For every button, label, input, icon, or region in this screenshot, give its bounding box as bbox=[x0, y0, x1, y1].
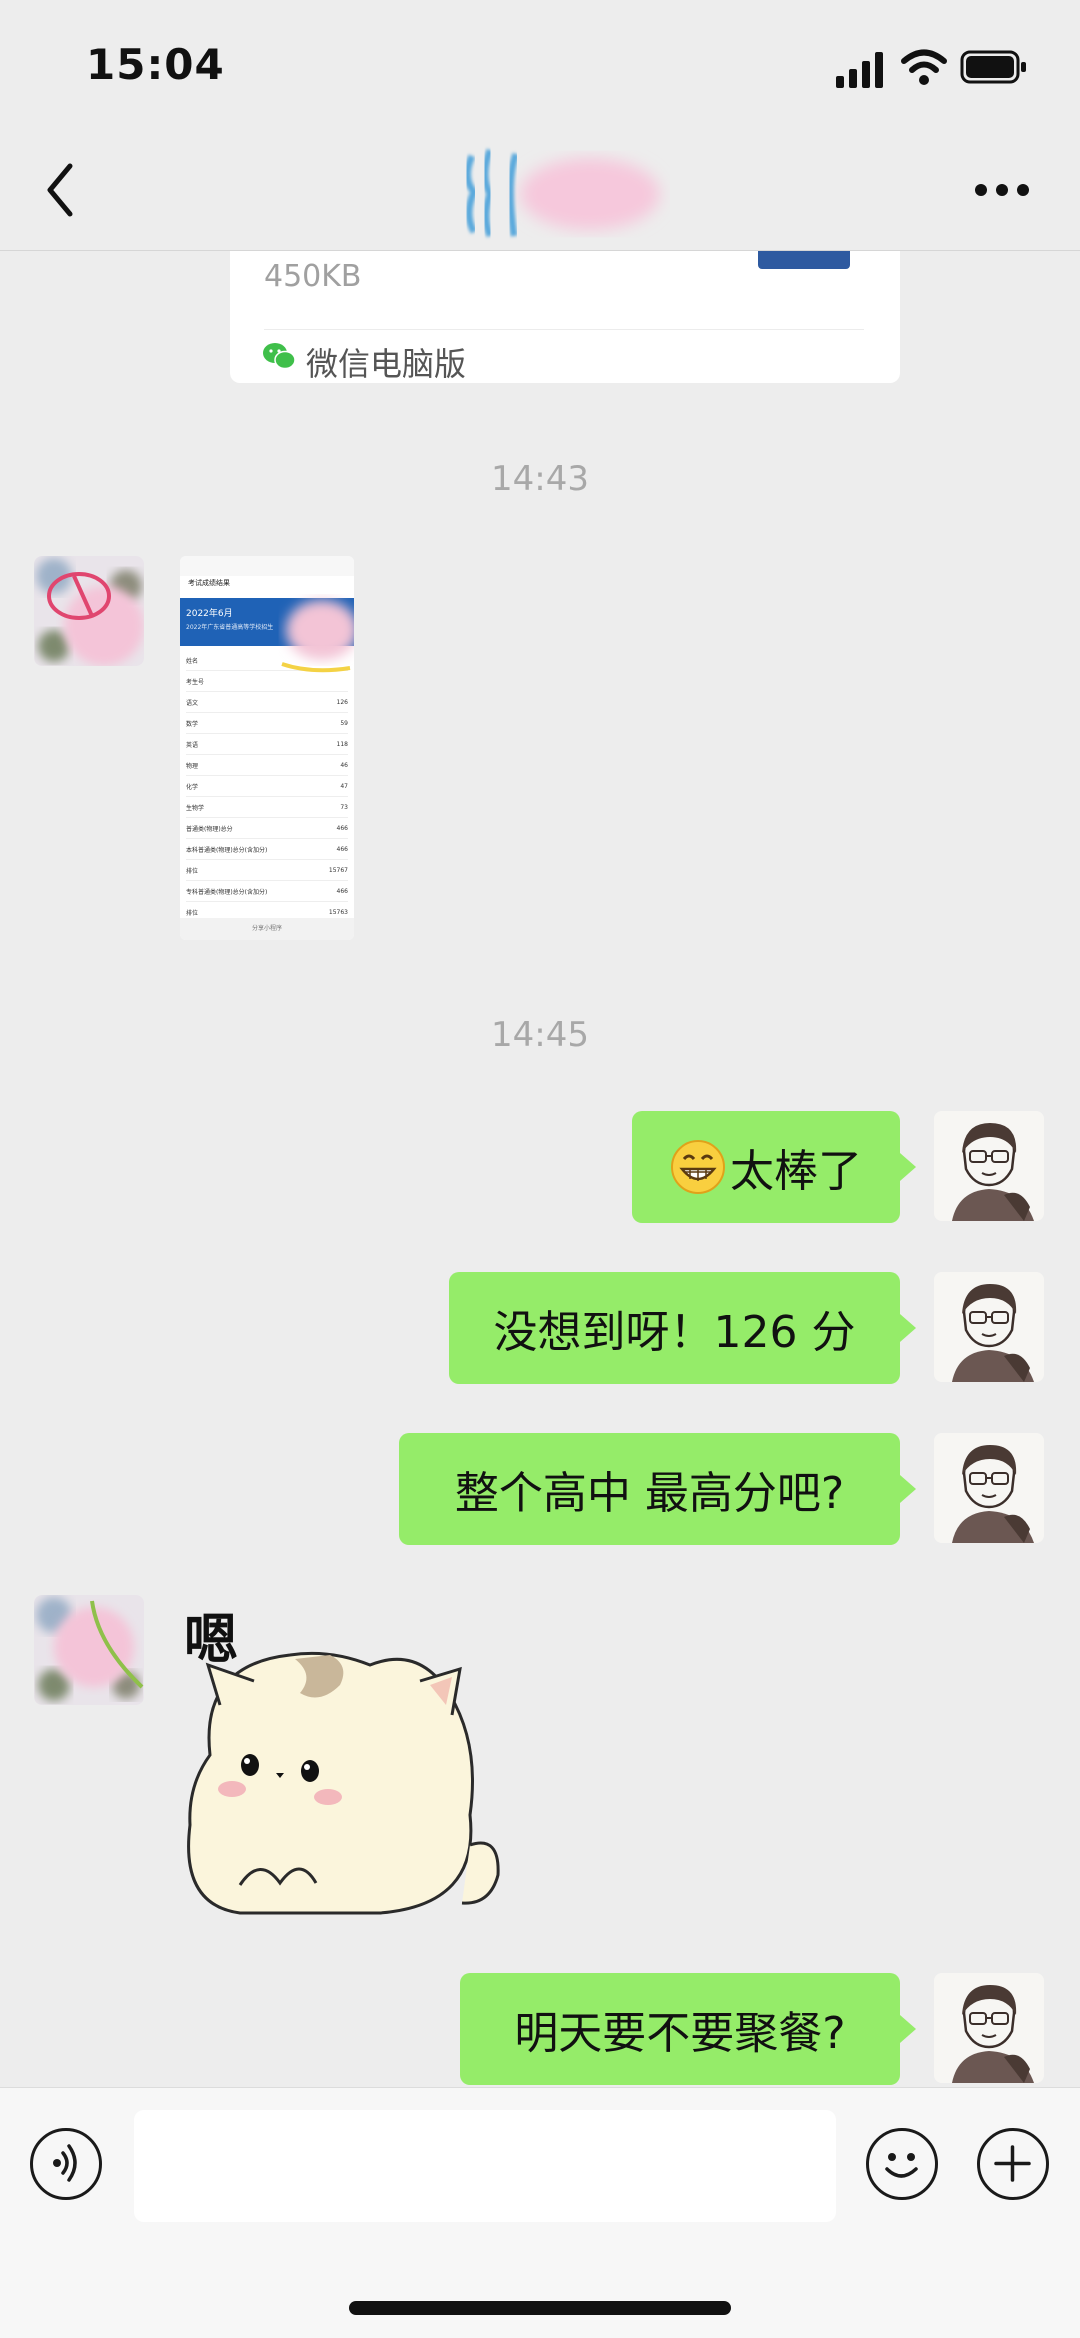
voice-icon[interactable] bbox=[30, 2128, 102, 2200]
status-time: 15:04 bbox=[86, 40, 225, 89]
thumb-row-label: 化学 bbox=[186, 783, 199, 791]
thumb-row: 普通类(物理)总分 466 bbox=[186, 818, 348, 839]
thumb-row: 英语 118 bbox=[186, 734, 348, 755]
thumb-banner-title: 2022年6月 bbox=[186, 609, 233, 619]
thumb-row-value: 46 bbox=[340, 761, 348, 769]
file-icon-partial bbox=[758, 251, 850, 269]
message-text: 没想到呀！126 分 bbox=[493, 1307, 856, 1358]
blur-overlay bbox=[281, 600, 354, 673]
avatar-blurred-image bbox=[34, 1595, 144, 1705]
thumb-statusbar bbox=[180, 556, 354, 576]
thumb-row-value: 15767 bbox=[328, 866, 348, 874]
thumb-row-label: 数学 bbox=[186, 720, 199, 728]
thumb-row-value: 126 bbox=[336, 698, 348, 706]
avatar-contact[interactable] bbox=[34, 556, 144, 666]
thumb-row-label: 专科普通类(物理)总分(含加分) bbox=[186, 888, 268, 896]
battery-icon bbox=[960, 50, 1026, 84]
chat-area[interactable]: 450KB 微信电脑版 14:43 考试成绩结果 2022年6月 2022年广东… bbox=[0, 251, 1080, 2087]
thumb-row-label: 本科普通类(物理)总分(含加分) bbox=[186, 846, 268, 854]
avatar-sketch-image bbox=[934, 1111, 1044, 1221]
message-text: 太棒了 bbox=[730, 1146, 862, 1197]
chat-title-blurred bbox=[464, 148, 660, 238]
chevron-left-icon[interactable] bbox=[40, 160, 80, 220]
message-bubble-sent[interactable]: 明天要不要聚餐? bbox=[460, 1973, 900, 2085]
avatar-sketch-image bbox=[934, 1433, 1044, 1543]
thumb-row: 物理 46 bbox=[186, 755, 348, 776]
thumb-row-label: 排位 bbox=[186, 909, 199, 917]
thumb-row-label: 物理 bbox=[186, 762, 199, 770]
signal-icon bbox=[836, 52, 883, 88]
avatar-sketch-image bbox=[934, 1973, 1044, 2083]
thumb-row-value: 59 bbox=[340, 719, 348, 727]
avatar-contact[interactable] bbox=[34, 1595, 144, 1705]
thumb-banner-sub: 2022年广东省普通高等学校招生 bbox=[186, 624, 274, 631]
thumb-row-label: 语文 bbox=[186, 699, 199, 707]
thumb-row-value: 118 bbox=[336, 740, 348, 748]
message-bubble-sent[interactable]: 没想到呀！126 分 bbox=[449, 1272, 900, 1384]
avatar-self[interactable] bbox=[934, 1433, 1044, 1543]
avatar-self[interactable] bbox=[934, 1272, 1044, 1382]
bubble-tail bbox=[900, 1153, 916, 1181]
file-source-label: 微信电脑版 bbox=[306, 345, 467, 383]
thumb-row-label: 普通类(物理)总分 bbox=[186, 825, 233, 833]
thumb-row: 数学 59 bbox=[186, 713, 348, 734]
message-input[interactable] bbox=[134, 2110, 836, 2222]
message-bubble-sent[interactable]: 整个高中 最高分吧? bbox=[399, 1433, 900, 1545]
divider bbox=[264, 329, 864, 330]
thumb-row: 排位 15767 bbox=[186, 860, 348, 881]
message-text: 明天要不要聚餐? bbox=[514, 2008, 846, 2059]
thumb-header: 考试成绩结果 bbox=[188, 579, 230, 587]
thumb-row: 化学 47 bbox=[186, 776, 348, 797]
thumb-row: 语文 126 bbox=[186, 692, 348, 713]
avatar-blurred-image bbox=[34, 556, 144, 666]
nav-bar bbox=[0, 130, 1080, 251]
avatar-self[interactable] bbox=[934, 1111, 1044, 1221]
file-message-card[interactable]: 450KB 微信电脑版 bbox=[230, 251, 900, 383]
more-dots-icon[interactable] bbox=[974, 182, 1030, 198]
wifi-icon bbox=[901, 49, 947, 85]
wechat-icon bbox=[263, 343, 296, 370]
grinning-face-icon bbox=[671, 1140, 725, 1194]
avatar-sketch-image bbox=[934, 1272, 1044, 1382]
thumb-row-label: 英语 bbox=[186, 741, 199, 749]
timestamp: 14:45 bbox=[491, 1015, 589, 1055]
plus-icon[interactable] bbox=[977, 2128, 1049, 2200]
thumb-row-label: 排位 bbox=[186, 867, 199, 875]
message-text: 整个高中 最高分吧? bbox=[454, 1468, 845, 1519]
thumb-row-label: 考生号 bbox=[186, 678, 205, 686]
thumb-row: 专科普通类(物理)总分(含加分) 466 bbox=[186, 881, 348, 902]
thumb-row-value: 466 bbox=[336, 887, 348, 895]
thumb-row-value: 466 bbox=[336, 845, 348, 853]
message-bubble-sent[interactable]: 太棒了 bbox=[632, 1111, 900, 1223]
cat-sticker-image bbox=[187, 1651, 500, 1915]
emoji-icon[interactable] bbox=[866, 2128, 938, 2200]
status-bar: 15:04 bbox=[0, 0, 1080, 130]
thumb-row-value: 15763 bbox=[328, 908, 348, 916]
file-size: 450KB bbox=[264, 259, 362, 294]
bubble-tail bbox=[900, 2015, 916, 2043]
avatar-self[interactable] bbox=[934, 1973, 1044, 2083]
timestamp: 14:43 bbox=[491, 459, 589, 499]
bubble-tail bbox=[900, 1475, 916, 1503]
thumb-row-label: 姓名 bbox=[186, 657, 199, 665]
thumb-row: 本科普通类(物理)总分(含加分) 466 bbox=[186, 839, 348, 860]
thumb-row-label: 生物学 bbox=[186, 804, 205, 812]
thumb-row-value: 47 bbox=[340, 782, 348, 790]
thumb-row-value: 73 bbox=[340, 803, 348, 811]
home-indicator bbox=[349, 2301, 731, 2315]
thumb-row: 生物学 73 bbox=[186, 797, 348, 818]
sticker-message[interactable]: 嗯 bbox=[180, 1595, 510, 1915]
image-message[interactable]: 考试成绩结果 2022年6月 2022年广东省普通高等学校招生 姓名考生号语文 1… bbox=[180, 556, 354, 940]
thumb-footer: 分享小程序 bbox=[180, 918, 354, 940]
bubble-tail bbox=[900, 1314, 916, 1342]
thumb-row-value: 466 bbox=[336, 824, 348, 832]
